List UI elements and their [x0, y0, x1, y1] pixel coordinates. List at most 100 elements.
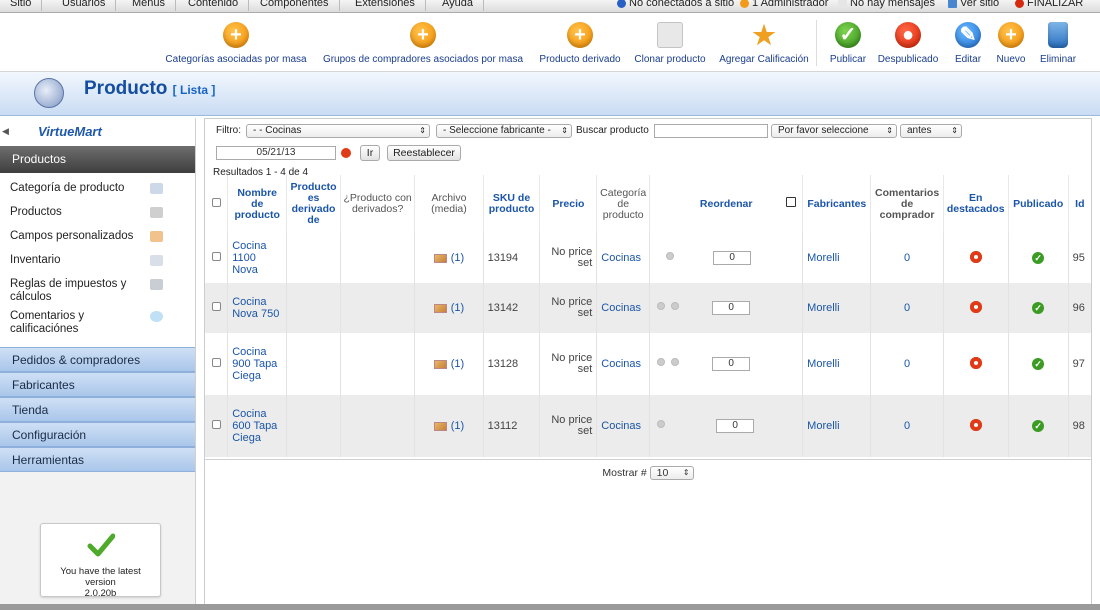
image-icon	[433, 303, 447, 313]
table-row: Cocina Nova 750 (1) 13142 No price set C…	[205, 283, 1091, 333]
category-link[interactable]: Cocinas	[596, 283, 651, 333]
col-price[interactable]: Precio	[539, 175, 598, 233]
menu-menus[interactable]: Menús	[122, 0, 177, 11]
featured-toggle[interactable]	[943, 395, 1009, 457]
sidebar-section-orders[interactable]: Pedidos & compradores	[0, 347, 195, 372]
cell-price: No price set	[539, 233, 598, 283]
clear-date-icon[interactable]	[341, 148, 351, 158]
logout-link[interactable]: FINALIZAR	[1015, 0, 1083, 11]
collapse-arrow-icon[interactable]: ◀	[2, 126, 9, 137]
manufacturer-link[interactable]: Morelli	[802, 395, 872, 457]
table-header-row: Nombre de producto Producto es derivado …	[205, 175, 1091, 233]
new-button[interactable]: + Nuevo	[994, 22, 1028, 65]
order-up-icon[interactable]	[657, 420, 666, 428]
menu-componentes[interactable]: Componentes	[250, 0, 340, 11]
row-checkbox[interactable]	[205, 233, 229, 283]
order-input[interactable]: 0	[713, 251, 752, 265]
go-button[interactable]: Ir	[360, 145, 380, 161]
manufacturer-link[interactable]: Morelli	[802, 333, 872, 395]
view-site-link[interactable]: Ver sitio	[948, 0, 999, 11]
col-manufacturers[interactable]: Fabricantes	[802, 175, 872, 233]
sidebar-section-manufacturers[interactable]: Fabricantes	[0, 372, 195, 397]
published-toggle[interactable]: ✓	[1008, 395, 1069, 457]
featured-toggle[interactable]	[943, 233, 1009, 283]
sidebar-item-inventory[interactable]: Inventario	[0, 251, 195, 275]
featured-toggle[interactable]	[943, 333, 1009, 395]
product-name-link[interactable]: Cocina 1100 Nova	[227, 233, 288, 283]
select-all-checkbox[interactable]	[205, 175, 229, 233]
category-link[interactable]: Cocinas	[596, 333, 651, 395]
col-is-child[interactable]: Producto es derivado de	[286, 175, 341, 233]
published-toggle[interactable]: ✓	[1008, 233, 1069, 283]
published-toggle[interactable]: ✓	[1008, 283, 1069, 333]
sidebar-section-tools[interactable]: Herramientas	[0, 447, 195, 472]
menu-sitio[interactable]: Sitio	[0, 0, 43, 11]
sidebar-item-reviews[interactable]: Comentarios y calificaciónes	[0, 307, 195, 339]
menu-ayuda[interactable]: Ayuda	[432, 0, 484, 11]
row-checkbox[interactable]	[205, 395, 229, 457]
image-icon	[433, 253, 447, 263]
media-link[interactable]: (1)	[414, 283, 484, 333]
featured-toggle[interactable]	[943, 283, 1009, 333]
sidebar-sub-items: Categoría de producto Productos Campos p…	[0, 173, 195, 347]
col-reorder[interactable]: Reordenar	[649, 175, 804, 233]
date-when-select[interactable]: antes ⇕	[900, 124, 962, 138]
sidebar-item-products[interactable]: Productos	[0, 203, 195, 227]
publish-button[interactable]: ✓ Publicar	[826, 22, 870, 65]
category-link[interactable]: Cocinas	[596, 395, 651, 457]
col-sku[interactable]: SKU de producto	[483, 175, 541, 233]
menu-contenido[interactable]: Contenido	[178, 0, 250, 11]
sidebar-section-shop[interactable]: Tienda	[0, 397, 195, 422]
cell-sku: 13142	[483, 283, 541, 333]
delete-button[interactable]: Eliminar	[1038, 22, 1078, 65]
col-published[interactable]: Publicado	[1008, 175, 1069, 233]
manufacturer-filter-select[interactable]: - Seleccione fabricante - ⇕	[436, 124, 572, 138]
order-up-icon[interactable]	[657, 302, 666, 310]
col-category: Categoría de producto	[596, 175, 651, 233]
sidebar-item-tax-rules[interactable]: Reglas de impuestos y cálculos	[0, 275, 195, 307]
media-link[interactable]: (1)	[414, 233, 484, 283]
reset-button[interactable]: Reestablecer	[387, 145, 461, 161]
mass-category-button[interactable]: + Categorías asociadas por masa	[163, 22, 309, 65]
media-link[interactable]: (1)	[414, 395, 484, 457]
category-filter-select[interactable]: - - Cocinas ⇕	[246, 124, 430, 138]
add-rating-button[interactable]: ★ Agregar Calificación	[718, 22, 810, 65]
clone-product-button[interactable]: Clonar producto	[632, 22, 708, 65]
row-checkbox[interactable]	[205, 283, 229, 333]
col-featured[interactable]: En destacados	[943, 175, 1009, 233]
manufacturer-link[interactable]: Morelli	[802, 233, 872, 283]
child-product-button[interactable]: + Producto derivado	[536, 22, 624, 65]
status-messages[interactable]: No hay mensajes	[838, 0, 935, 11]
page-size-select[interactable]: 10 ⇕	[649, 466, 694, 481]
col-id[interactable]: Id	[1068, 175, 1091, 233]
unpublish-button[interactable]: ● Despublicado	[876, 22, 940, 65]
sidebar-section-productos[interactable]: Productos	[0, 146, 195, 173]
order-down-icon[interactable]	[671, 302, 680, 310]
order-input[interactable]: 0	[712, 301, 751, 315]
search-input[interactable]	[654, 124, 768, 138]
sidebar-section-configuration[interactable]: Configuración	[0, 422, 195, 447]
product-name-link[interactable]: Cocina 600 Tapa Ciega	[227, 395, 288, 457]
date-condition-select[interactable]: Por favor seleccione ⇕	[771, 124, 897, 138]
edit-button[interactable]: ✎ Editar	[952, 22, 984, 65]
category-link[interactable]: Cocinas	[596, 233, 651, 283]
published-toggle[interactable]: ✓	[1008, 333, 1069, 395]
order-down-icon[interactable]	[671, 358, 680, 366]
mass-buyer-groups-button[interactable]: + Grupos de compradores asociados por ma…	[320, 22, 526, 65]
product-name-link[interactable]: Cocina 900 Tapa Ciega	[227, 333, 288, 395]
product-name-link[interactable]: Cocina Nova 750	[227, 283, 288, 333]
sidebar-item-categories[interactable]: Categoría de producto	[0, 179, 195, 203]
menu-extensiones[interactable]: Extensiones	[345, 0, 426, 11]
order-down-icon[interactable]	[666, 252, 675, 260]
menu-usuarios[interactable]: Usuarios	[52, 0, 117, 11]
save-order-icon[interactable]	[786, 197, 797, 207]
media-link[interactable]: (1)	[414, 333, 484, 395]
order-input[interactable]: 0	[712, 357, 751, 371]
manufacturer-link[interactable]: Morelli	[802, 283, 872, 333]
col-name[interactable]: Nombre de producto	[227, 175, 288, 233]
order-up-icon[interactable]	[657, 358, 666, 366]
row-checkbox[interactable]	[205, 333, 229, 395]
sidebar-item-custom-fields[interactable]: Campos personalizados	[0, 227, 195, 251]
order-input[interactable]: 0	[716, 419, 755, 433]
date-input[interactable]: 05/21/13	[216, 146, 336, 160]
